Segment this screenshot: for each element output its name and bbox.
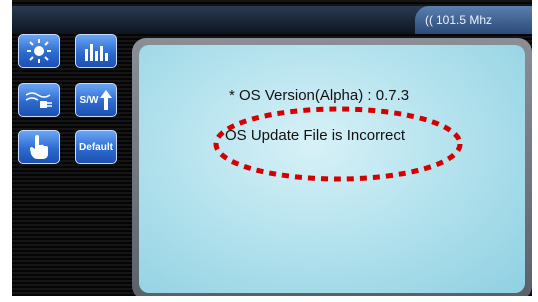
sun-icon — [26, 38, 52, 64]
left-frame-edge — [0, 0, 12, 302]
bottom-frame-edge — [0, 296, 538, 302]
radio-status-tab[interactable]: (( 101.5 Mhz — [415, 6, 538, 34]
highlight-ellipse — [213, 106, 463, 182]
arrow-up-icon — [100, 90, 113, 110]
signal-plug-icon — [24, 89, 54, 111]
brightness-button[interactable] — [18, 34, 60, 68]
software-update-button[interactable]: S/W — [75, 83, 117, 117]
sw-label: S/W — [79, 94, 99, 106]
equalizer-button[interactable] — [75, 34, 117, 68]
equalizer-icon — [84, 41, 108, 61]
right-frame-edge — [532, 0, 538, 302]
default-button[interactable]: Default — [75, 130, 117, 164]
device-screen: (( 101.5 Mhz S/W Default * OS Version(Al… — [0, 0, 538, 302]
hand-pointer-icon — [28, 134, 50, 160]
default-label: Default — [79, 141, 113, 153]
signal-settings-button[interactable] — [18, 83, 60, 117]
touch-calibration-button[interactable] — [18, 130, 60, 164]
os-version-text: * OS Version(Alpha) : 0.7.3 — [229, 87, 410, 104]
radio-antenna-icon: (( — [425, 13, 433, 27]
radio-frequency: 101.5 Mhz — [436, 13, 493, 27]
